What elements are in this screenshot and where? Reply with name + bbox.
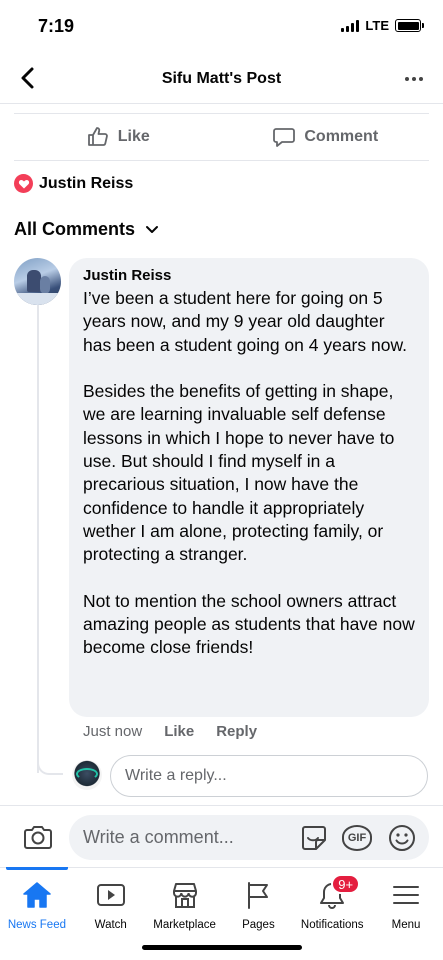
comment-composer: GIF [0,805,443,867]
like-button-label: Like [117,128,150,145]
comments-filter-label: All Comments [14,219,136,239]
post-header: Sifu Matt's Post [0,54,443,104]
hamburger-menu-icon [391,880,421,910]
nav-label: Pages [242,919,275,931]
thread-line [37,305,39,773]
comment-bubble-icon [273,128,296,147]
battery-icon [395,19,424,32]
home-icon [22,880,52,910]
like-button[interactable]: Like [14,114,222,160]
reply-avatar [72,760,102,790]
nav-watch[interactable]: Watch [74,868,148,960]
post-action-bar: Like Comment [14,113,429,161]
sticker-icon[interactable] [299,823,329,853]
reply-input[interactable] [110,755,428,797]
network-type: LTE [365,18,389,33]
comment-bubble: Justin Reiss I’ve been a student here fo… [69,258,429,717]
nav-label: Watch [94,919,127,931]
notification-badge: 9+ [331,874,361,894]
watch-video-icon [96,880,126,910]
nav-menu[interactable]: Menu [369,868,443,960]
status-indicators: LTE [341,18,424,33]
nav-label: Marketplace [153,919,216,931]
bell-icon: 9+ [317,874,361,910]
nav-news-feed[interactable]: News Feed [0,867,74,960]
thread-connector [37,755,63,775]
comment-button-label: Comment [304,128,379,145]
more-horizontal-icon[interactable] [401,66,427,92]
comment-input-container: GIF [69,815,429,860]
gif-icon[interactable]: GIF [342,825,372,851]
status-time: 7:19 [38,16,75,36]
comment-input[interactable] [69,815,289,860]
flag-icon [243,880,273,910]
chevron-down-icon [146,225,159,233]
nav-label: News Feed [7,919,66,931]
avatar[interactable] [14,258,61,305]
status-bar: 7:19 LTE [0,0,443,50]
comment-text: I’ve been a student here for going on 5 … [83,288,415,658]
nav-label: Notifications [300,919,364,931]
comment-button[interactable]: Comment [222,114,430,160]
marketplace-shop-icon [170,880,200,910]
comment-reply-link[interactable]: Reply [216,723,257,740]
reaction-summary[interactable]: Justin Reiss [14,174,133,193]
page-title: Sifu Matt's Post [161,70,282,87]
reactor-name: Justin Reiss [39,174,134,192]
comment-meta: Just now Like Reply [83,723,257,740]
camera-icon[interactable] [22,821,54,853]
comment-timestamp: Just now [83,723,143,740]
comment-author[interactable]: Justin Reiss [83,267,415,285]
nav-notifications[interactable]: 9+ Notifications [295,868,369,960]
signal-icon [341,19,360,32]
comment-like-link[interactable]: Like [164,723,194,740]
love-reaction-icon [14,174,33,193]
home-indicator[interactable] [142,945,302,950]
nav-label: Menu [391,919,421,931]
emoji-icon[interactable] [387,823,417,853]
comments-filter-dropdown[interactable]: All Comments [14,219,159,240]
active-tab-indicator [6,867,68,870]
thumbs-up-icon [87,127,108,146]
